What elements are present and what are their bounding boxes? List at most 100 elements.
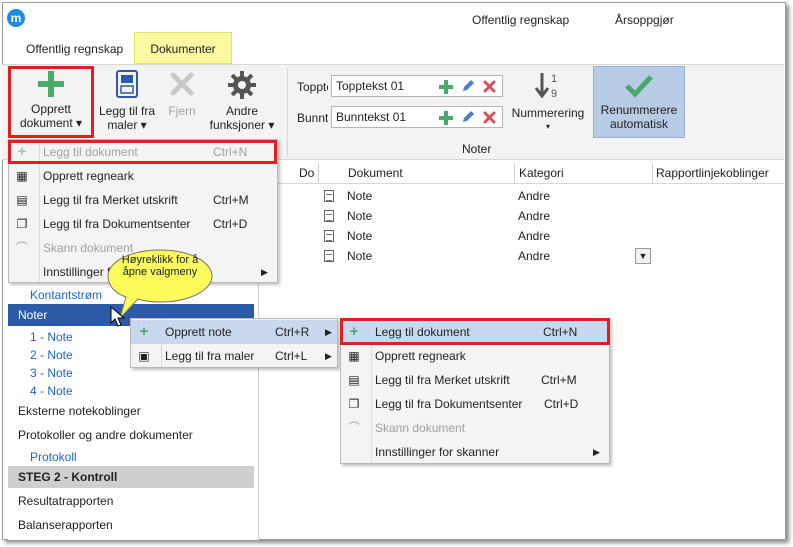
menu-item-label: Legg til fra Dokumentsenter [375, 397, 523, 411]
tab-dokumenter[interactable]: Dokumenter [134, 32, 232, 64]
nav-resultatrapporten[interactable]: Resultatrapporten [8, 490, 254, 512]
submenu-legg-til-dokument-highlight [340, 318, 610, 345]
pencil-icon[interactable] [461, 79, 475, 93]
delete-icon[interactable] [483, 80, 496, 93]
menu-item-label: Legg til fra Dokumentsenter [43, 217, 191, 231]
app-logo[interactable]: m [7, 9, 25, 27]
menu-item-opprett-note[interactable]: + Opprett note Ctrl+R ▶ [131, 320, 337, 344]
chevron-down-icon[interactable]: ▼ [635, 248, 651, 264]
andre-funksjoner-label-1: Andre [225, 104, 259, 118]
plus-icon[interactable] [439, 111, 453, 125]
menu-item-legg-til-fra-merket-utskrift[interactable]: ▤ Legg til fra Merket utskrift Ctrl+M [9, 188, 277, 212]
row-kategori: Andre [518, 229, 551, 243]
svg-text:9: 9 [551, 88, 557, 100]
topptekst-label: Topptekst [297, 80, 328, 94]
context-menu: + Opprett note Ctrl+R ▶ ▣ Legg til fra m… [130, 318, 338, 368]
fjern-label: Fjern [168, 104, 196, 118]
chevron-down-icon: ▾ [545, 122, 550, 131]
bunntekst-value: Bunntekst 01 [336, 110, 407, 124]
menu-item-label: Legg til fra Merket utskrift [43, 193, 178, 207]
topmenu-offentlig-regnskap[interactable]: Offentlig regnskap [472, 13, 569, 27]
menu-item-label: Opprett regneark [43, 169, 134, 183]
nav-protokoller[interactable]: Protokoller og andre dokumenter [8, 424, 254, 446]
topptekst-value: Topptekst 01 [336, 79, 405, 93]
column-header-kategori[interactable]: Kategori [519, 166, 564, 180]
sort-numbers-icon: 1 9 [534, 73, 557, 100]
column-header-dokument[interactable]: Dokument [348, 166, 403, 180]
menu-item-shortcut: Ctrl+R [275, 325, 310, 339]
renummerere-automatisk-button[interactable]: Renummerere automatisk [593, 66, 685, 138]
menu-item-label: Opprett regneark [375, 349, 466, 363]
menu-item-shortcut: Ctrl+M [541, 373, 577, 387]
menu-item-legg-til-fra-maler[interactable]: ▣ Legg til fra maler Ctrl+L ▶ [131, 344, 337, 368]
documents-icon: ❐ [348, 397, 360, 411]
table-row[interactable] [324, 190, 334, 205]
legg-til-fra-maler-button[interactable]: Legg til fra maler ▾ [96, 70, 158, 134]
andre-funksjoner-button[interactable]: Andre funksjoner ▾ [206, 70, 278, 134]
tab-offentlig-regnskap[interactable]: Offentlig regnskap [16, 34, 133, 64]
column-separator [514, 163, 515, 183]
document-icon [324, 210, 334, 222]
table-row[interactable] [324, 230, 334, 245]
nummerering-button[interactable]: 1 9 Nummerering ▾ [506, 70, 590, 134]
documents-icon: ❐ [16, 217, 28, 231]
menu-item-legg-til-fra-dokumentsenter[interactable]: ❐ Legg til fra Dokumentsenter Ctrl+D [341, 392, 609, 416]
opprett-dokument-label-1: Opprett [30, 102, 72, 116]
template-icon: ▣ [138, 349, 150, 363]
nav-protokoll[interactable]: Protokoll [8, 446, 254, 468]
template-icon [116, 70, 138, 98]
ribbon-separator [287, 68, 288, 156]
print-add-icon: ▤ [348, 373, 360, 387]
spreadsheet-icon: ▦ [16, 169, 28, 183]
menu-item-skann-dokument[interactable]: ⌒ Skann dokument [341, 416, 609, 440]
topmenu-arsoppgjor[interactable]: Årsoppgjør [615, 13, 674, 27]
column-header-rapportlinjekoblinger[interactable]: Rapportlinjekoblinger [656, 166, 769, 180]
plus-icon[interactable] [439, 80, 453, 94]
menu-item-innstillinger-for-skanner[interactable]: Innstillinger for skanner ▶ [341, 440, 609, 464]
fjern-button[interactable]: Fjern [160, 70, 204, 134]
menu-item-label: Legg til fra Merket utskrift [375, 373, 510, 387]
plus-icon [38, 71, 64, 97]
chevron-right-icon: ▶ [325, 327, 332, 337]
menu-item-shortcut: Ctrl+D [213, 217, 248, 231]
nav-balanserapporten[interactable]: Balanserapporten [8, 514, 254, 536]
mouse-cursor-icon [110, 306, 126, 327]
nummerering-label: Nummerering [511, 106, 585, 120]
plus-icon: + [139, 323, 149, 340]
row-dokument: Note [347, 209, 373, 223]
scanner-icon: ⌒ [15, 241, 28, 255]
menu-item-label: Skann dokument [375, 421, 466, 435]
row-kategori: Andre [518, 189, 551, 203]
andre-funksjoner-label-2: funksjoner ▾ [209, 118, 275, 132]
document-icon [324, 190, 334, 202]
column-header-do[interactable]: Do [299, 166, 314, 180]
legg-til-fra-maler-label-1: Legg til fra [98, 104, 156, 118]
menu-item-shortcut: Ctrl+D [544, 397, 579, 411]
row-dokument: Note [347, 249, 373, 263]
spreadsheet-icon: ▦ [348, 349, 360, 363]
row-kategori: Andre [518, 209, 551, 223]
menu-item-legg-til-fra-merket-utskrift[interactable]: ▤ Legg til fra Merket utskrift Ctrl+M [341, 368, 609, 392]
renummerere-label-2: automatisk [609, 117, 669, 131]
opprett-dokument-label-2: dokument ▾ [19, 116, 83, 130]
table-row[interactable] [324, 250, 334, 265]
nav-note-4[interactable]: 4 - Note [8, 380, 254, 402]
menu-item-shortcut: Ctrl+M [213, 193, 249, 207]
menu-item-legg-til-fra-dokumentsenter[interactable]: ❐ Legg til fra Dokumentsenter Ctrl+D [9, 212, 277, 236]
table-row[interactable] [324, 210, 334, 225]
delete-icon[interactable] [483, 111, 496, 124]
pencil-icon[interactable] [461, 110, 475, 124]
chevron-right-icon: ▶ [261, 267, 268, 277]
nav-steg2-kontroll[interactable]: STEG 2 - Kontroll [8, 466, 254, 488]
menu-item-opprett-regneark[interactable]: ▦ Opprett regneark [9, 164, 277, 188]
opprett-dokument-button[interactable]: Opprett dokument ▾ [14, 70, 88, 134]
topptekst-field[interactable]: Topptekst 01 [331, 75, 503, 97]
bunntekst-field[interactable]: Bunntekst 01 [331, 106, 503, 128]
nav-eksterne-notekoblinger[interactable]: Eksterne notekoblinger [8, 400, 254, 422]
menu-item-label: Innstillinger for skanner [375, 445, 500, 459]
row-dokument: Note [347, 229, 373, 243]
column-separator [652, 163, 653, 183]
column-separator [318, 163, 319, 183]
renummerere-label-1: Renummerere [600, 103, 678, 117]
menu-item-opprett-regneark[interactable]: ▦ Opprett regneark [341, 344, 609, 368]
